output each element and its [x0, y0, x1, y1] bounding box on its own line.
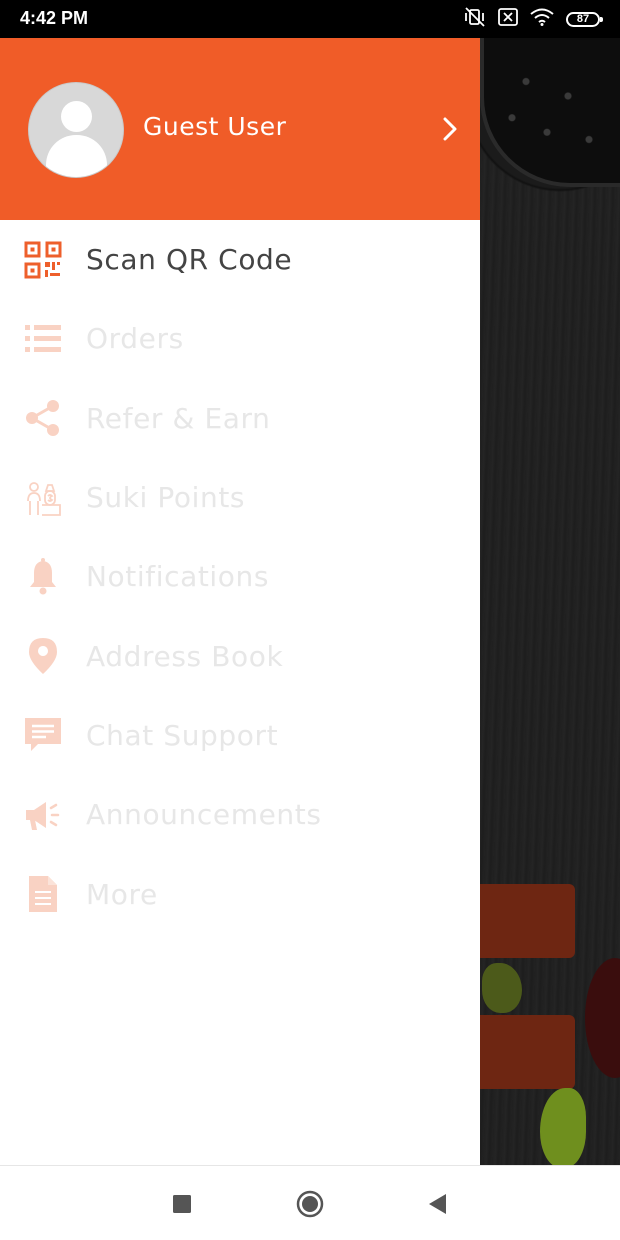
menu-item-label: Orders — [86, 322, 184, 356]
user-name: Guest User — [143, 112, 287, 141]
menu-item-refer-earn[interactable]: Refer & Earn — [0, 379, 480, 458]
status-icons: 87 — [464, 7, 603, 31]
menu-item-orders[interactable]: Orders — [0, 299, 480, 378]
menu-item-announcements[interactable]: Announcements — [0, 775, 480, 854]
close-box-icon — [498, 8, 518, 30]
background-button-1 — [480, 884, 575, 958]
bell-icon — [24, 557, 62, 596]
status-time: 4:42 PM — [20, 8, 89, 28]
menu-item-label: Refer & Earn — [86, 401, 271, 435]
menu-item-label: Scan QR Code — [86, 243, 293, 277]
background-button-2 — [480, 1015, 575, 1089]
avatar-placeholder-icon — [28, 82, 124, 178]
menu-item-suki-points[interactable]: Suki Points — [0, 458, 480, 537]
points-icon — [24, 479, 62, 517]
megaphone-icon — [24, 796, 62, 834]
menu-item-label: Suki Points — [86, 481, 246, 515]
home-icon[interactable] — [296, 1190, 324, 1218]
menu-item-chat-support[interactable]: Chat Support — [0, 696, 480, 775]
menu-item-label: Notifications — [86, 560, 270, 594]
menu-item-label: Address Book — [86, 639, 284, 673]
recent-apps-icon[interactable] — [168, 1190, 196, 1218]
red-vegetable-image — [585, 958, 620, 1078]
menu-item-address-book[interactable]: Address Book — [0, 616, 480, 695]
battery-icon: 87 — [566, 11, 603, 27]
menu-item-label: Announcements — [86, 798, 322, 832]
vibrate-off-icon — [464, 7, 486, 31]
status-bar: 4:42 PM 87 — [0, 0, 620, 38]
share-icon — [24, 399, 62, 437]
menu-item-notifications[interactable]: Notifications — [0, 537, 480, 616]
menu-item-label: Chat Support — [86, 718, 279, 752]
back-icon[interactable] — [424, 1190, 452, 1218]
menu-item-more[interactable]: More — [0, 854, 480, 933]
chili-image — [540, 1088, 586, 1168]
green-vegetable-image — [482, 963, 522, 1013]
qr-code-icon — [24, 241, 62, 279]
chevron-right-icon[interactable] — [437, 116, 463, 142]
app-screen: 4:42 PM 87 Guest User Scan QR Code Order… — [0, 0, 620, 1240]
profile-header[interactable]: Guest User — [0, 38, 480, 220]
menu-item-label: More — [86, 877, 158, 911]
drawer-menu: Scan QR Code Orders Refer & Earn Suki Po… — [0, 220, 480, 934]
list-icon — [24, 320, 62, 358]
wifi-icon — [530, 8, 554, 30]
menu-item-scan-qr-code[interactable]: Scan QR Code — [0, 220, 480, 299]
system-navigation-bar — [0, 1165, 620, 1240]
bean-bowl-image — [480, 38, 620, 187]
navigation-drawer: Guest User Scan QR Code Orders Refer & E… — [0, 38, 480, 1165]
location-pin-icon — [24, 637, 62, 675]
chat-icon — [24, 716, 62, 754]
document-icon — [24, 875, 62, 913]
